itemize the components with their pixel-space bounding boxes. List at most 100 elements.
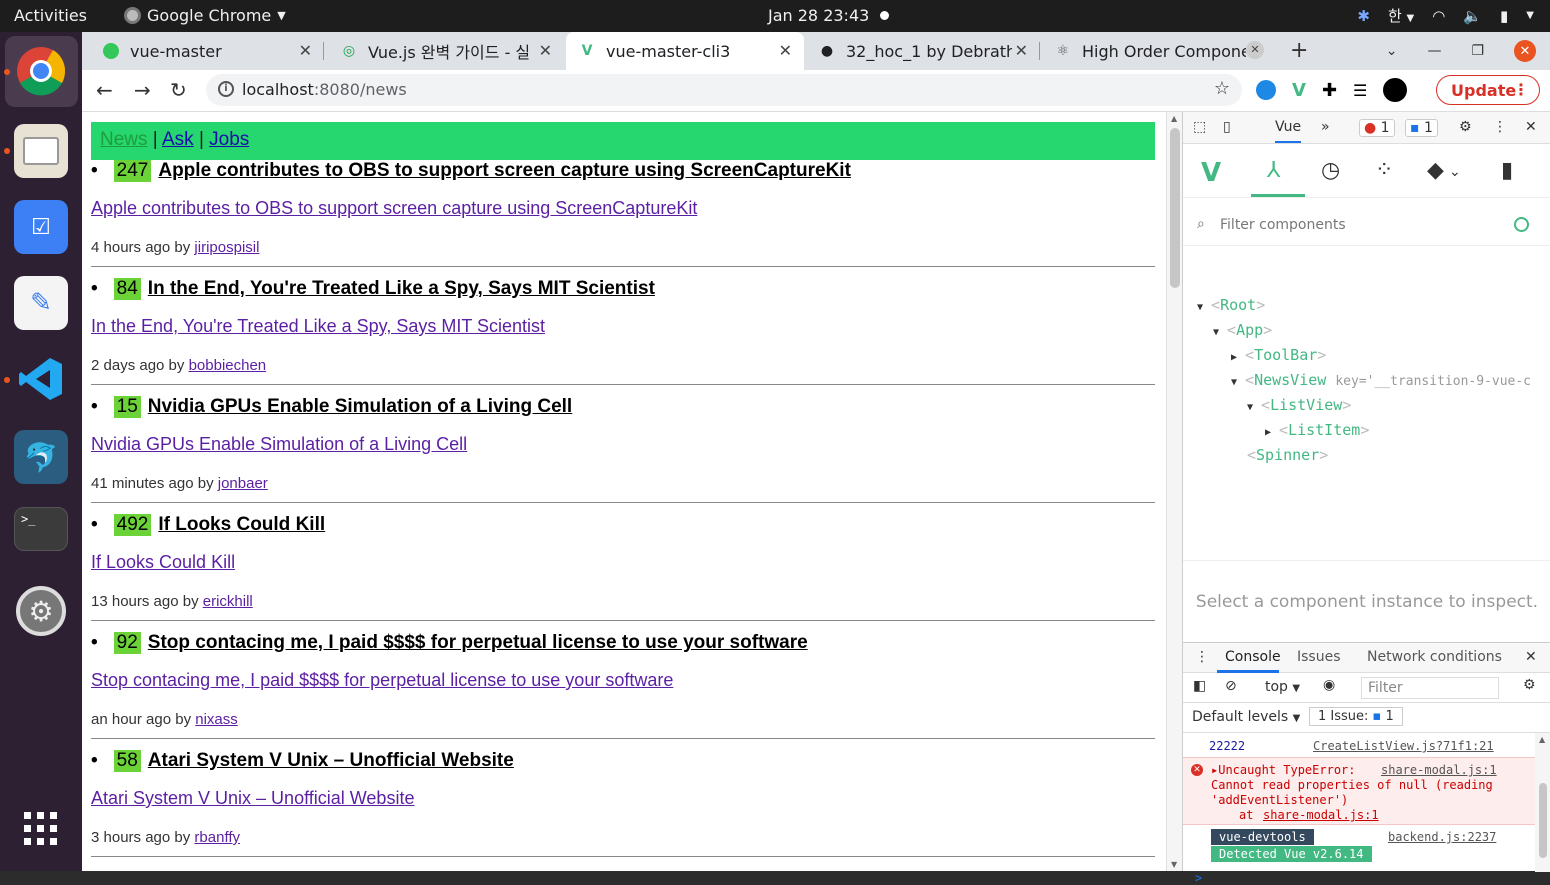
tab-vue-master[interactable]: vue-master ✕ (90, 32, 324, 70)
puzzle-icon[interactable]: ✚ (1322, 80, 1337, 101)
mysql-workbench-icon[interactable]: 🐬 (14, 430, 68, 484)
app-menu[interactable]: Google Chrome ▼ (124, 6, 286, 25)
select-component-target-icon[interactable] (1514, 217, 1529, 232)
item-url-link[interactable]: Nvidia GPUs Enable Simulation of a Livin… (91, 434, 467, 455)
settings-gear-icon[interactable]: ⚙ (1459, 119, 1472, 135)
tab-hoc-github[interactable]: ● 32_hoc_1 by Debrath ✕ (806, 32, 1040, 70)
tab-high-order-components[interactable]: ⚛ High Order Compone ✕ (1042, 32, 1276, 70)
user-link[interactable]: jiripospisil (194, 239, 259, 256)
close-drawer-icon[interactable]: ✕ (1525, 649, 1537, 665)
source-link[interactable]: share-modal.js:1 (1381, 763, 1497, 777)
close-icon[interactable]: ✕ (779, 41, 792, 60)
issues-count-button[interactable]: 1 Issue: ▪ 1 (1309, 707, 1403, 726)
tab-network-conditions[interactable]: Network conditions (1367, 649, 1502, 665)
extension-blue-icon[interactable] (1256, 80, 1276, 100)
user-link[interactable]: jonbaer (218, 475, 268, 492)
avatar[interactable] (1383, 78, 1408, 102)
activities-button[interactable]: Activities (14, 6, 87, 25)
device-toolbar-icon[interactable]: ▯ (1223, 119, 1231, 135)
context-select[interactable]: top ▼ (1265, 679, 1300, 695)
clock[interactable]: Jan 28 23:43 (768, 6, 869, 25)
vscode-icon[interactable] (14, 352, 68, 406)
system-menu-chevron-icon[interactable]: ▼ (1526, 10, 1534, 21)
back-button[interactable]: ← (96, 78, 113, 102)
inspect-element-icon[interactable]: ⬚ (1193, 119, 1206, 135)
item-title-link[interactable]: Apple contributes to OBS to support scre… (158, 160, 851, 182)
close-icon[interactable]: ✕ (1246, 41, 1264, 59)
filter-components-input[interactable]: ⌕ Filter components (1183, 206, 1550, 246)
vue-devtools-extension-icon[interactable]: V (1292, 80, 1306, 101)
bookmark-star-icon[interactable]: ☆ (1214, 78, 1230, 99)
address-bar[interactable]: i localhost:8080/news ☆ (206, 74, 1242, 106)
close-icon[interactable]: ✕ (299, 41, 312, 60)
tab-vue-master-cli3[interactable]: V vue-master-cli3 ✕ (566, 32, 804, 70)
nav-jobs-link[interactable]: Jobs (209, 129, 249, 150)
item-title-link[interactable]: If Looks Could Kill (158, 514, 325, 536)
tree-node-listitem[interactable]: ▶ <ListItem> (1265, 421, 1369, 439)
tree-node-root[interactable]: ▼ <Root> (1197, 296, 1265, 314)
close-icon[interactable]: ✕ (539, 41, 552, 60)
tasks-icon[interactable]: ☑ (14, 200, 68, 254)
item-url-link[interactable]: Stop contacing me, I paid $$$$ for perpe… (91, 670, 673, 691)
console-scrollbar[interactable]: ▲ (1535, 733, 1550, 872)
performance-chart-icon[interactable]: ▮ (1501, 158, 1513, 183)
reload-button[interactable]: ↻ (170, 78, 187, 102)
user-link[interactable]: rbanffy (194, 829, 240, 846)
nav-ask-link[interactable]: Ask (162, 129, 194, 150)
expand-triangle-icon[interactable]: ▸Uncaught TypeError: (1211, 763, 1356, 777)
forward-button[interactable]: → (134, 78, 151, 102)
timeline-history-icon[interactable]: ◷ (1321, 158, 1340, 183)
item-url-link[interactable]: Atari System V Unix – Unofficial Website (91, 788, 414, 809)
media-control-icon[interactable]: ☰ (1353, 81, 1367, 100)
chevron-down-icon[interactable]: ⌄ (1449, 164, 1461, 180)
item-title-link[interactable]: Atari System V Unix – Unofficial Website (148, 750, 514, 772)
tab-console[interactable]: Console (1225, 649, 1281, 665)
close-window-button[interactable]: ✕ (1514, 40, 1536, 62)
system-tray[interactable]: ✱ 한 ▼ ◠ 🔈 ▮ ▼ (1357, 5, 1534, 26)
item-title-link[interactable]: Nvidia GPUs Enable Simulation of a Livin… (148, 396, 572, 418)
drawer-menu-icon[interactable]: ⋮ (1195, 649, 1209, 665)
site-info-icon[interactable]: i (218, 81, 234, 97)
plugins-icon[interactable]: ⁘ (1375, 158, 1393, 183)
maximize-button[interactable]: ❐ (1471, 43, 1484, 59)
tree-node-spinner[interactable]: <Spinner> (1247, 446, 1328, 464)
scrollbar-thumb[interactable] (1539, 783, 1547, 858)
message-count-badge[interactable]: ▪ 1 (1405, 119, 1438, 137)
update-button[interactable]: Update ⋮ (1436, 75, 1540, 105)
user-link[interactable]: bobbiechen (189, 357, 267, 374)
minimize-button[interactable]: — (1427, 43, 1441, 59)
console-settings-gear-icon[interactable]: ⚙ (1523, 677, 1536, 693)
tree-node-toolbar[interactable]: ▶ <ToolBar> (1231, 346, 1326, 364)
tab-vue-guide[interactable]: ◎ Vue.js 완벽 가이드 - 실 ✕ (328, 32, 564, 70)
item-title-link[interactable]: In the End, You're Treated Like a Spy, S… (148, 278, 655, 300)
settings-icon[interactable]: ⚙ (14, 584, 68, 638)
sidebar-toggle-icon[interactable]: ◧ (1193, 678, 1206, 694)
tab-search-chevron-icon[interactable]: ⌄ (1386, 43, 1398, 59)
item-title-link[interactable]: Stop contacing me, I paid $$$$ for perpe… (148, 632, 808, 654)
page-scrollbar[interactable]: ▲ ▼ (1166, 112, 1182, 871)
source-link[interactable]: share-modal.js:1 (1263, 808, 1379, 822)
item-url-link[interactable]: In the End, You're Treated Like a Spy, S… (91, 316, 545, 337)
input-method-indicator[interactable]: 한 ▼ (1388, 5, 1414, 26)
chrome-icon[interactable] (14, 44, 68, 98)
user-link[interactable]: nixass (195, 711, 238, 728)
scrollbar-thumb[interactable] (1170, 128, 1180, 288)
app-grid-icon[interactable] (14, 802, 68, 856)
source-link[interactable]: backend.js:2237 (1388, 830, 1496, 844)
close-icon[interactable]: ✕ (1015, 41, 1028, 60)
item-url-link[interactable]: If Looks Could Kill (91, 552, 235, 573)
tree-node-listview[interactable]: ▼ <ListView> (1247, 396, 1351, 414)
routes-icon[interactable]: ◆ (1427, 158, 1444, 183)
close-devtools-icon[interactable]: ✕ (1525, 119, 1537, 135)
live-expression-eye-icon[interactable]: ◉ (1323, 677, 1335, 693)
source-link[interactable]: CreateListView.js?71f1:21 (1313, 739, 1494, 753)
tab-issues[interactable]: Issues (1297, 649, 1341, 665)
clear-console-icon[interactable]: ⊘ (1225, 678, 1237, 694)
nav-news-link[interactable]: News (100, 129, 148, 150)
item-url-link[interactable]: Apple contributes to OBS to support scre… (91, 198, 697, 219)
files-icon[interactable] (14, 124, 68, 178)
tree-node-newsview[interactable]: ▼ <NewsView key='__transition-9-vue-c (1231, 371, 1549, 389)
error-count-badge[interactable]: ● 1 (1359, 119, 1395, 137)
user-link[interactable]: erickhill (203, 593, 253, 610)
console-prompt[interactable]: > (1195, 871, 1202, 885)
